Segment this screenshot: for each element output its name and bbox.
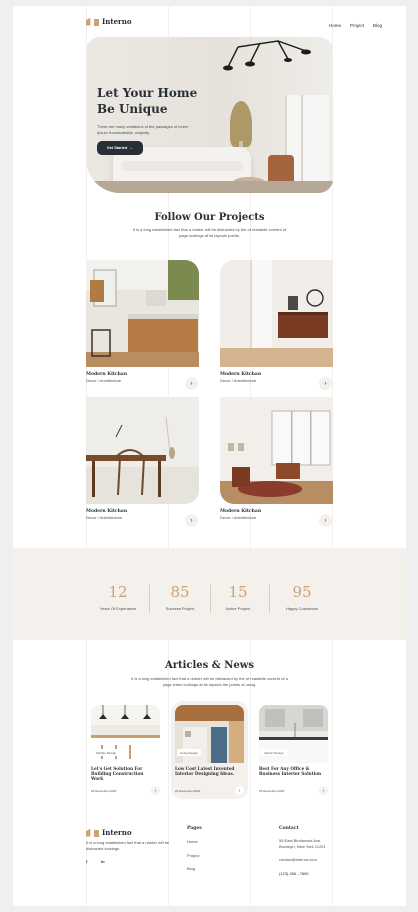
hero-banner: Let Your Home Be Unique There are many v… (86, 37, 333, 193)
chevron-right-icon[interactable]: › (185, 377, 198, 390)
footer-link-home[interactable]: Home (187, 839, 198, 845)
stat-customers: 95 Happy Customers (271, 583, 333, 611)
chevron-right-icon[interactable]: › (319, 786, 328, 795)
footer-phone[interactable]: (123) 456 - 7890 (279, 871, 309, 877)
article-tag: Living Design (177, 749, 202, 756)
article-card[interactable]: Kitchan Design Let's Get Solution For Bu… (87, 701, 164, 799)
project-category: Decor / Artchitecture (86, 515, 123, 520)
stat-value: 95 (292, 583, 312, 601)
nav-home[interactable]: Home (329, 23, 341, 28)
logo-text: Interno (102, 17, 132, 26)
stats-band: 12 Years Of Experiance 85 Success Projec… (13, 548, 406, 640)
project-name: Modern Kitchan (220, 372, 262, 377)
project-image (86, 260, 199, 367)
stat-value: 85 (170, 583, 190, 601)
article-title: Best For Any Office & Business Interior … (259, 766, 322, 777)
logo-icon (86, 828, 91, 837)
article-date: 22 December,2022 (175, 789, 201, 793)
nav-blog[interactable]: Blog (373, 23, 382, 28)
stat-label: Years Of Experiance (99, 606, 137, 611)
project-card[interactable]: Modern Kitchan Decor / Artchitecture › (220, 397, 333, 529)
chevron-right-icon[interactable]: › (151, 786, 160, 795)
article-title: Low Cost Latest Invented Interior Design… (175, 766, 235, 777)
chair-image (268, 155, 294, 183)
stat-label: Active Project (225, 606, 251, 611)
articles-title: Articles & News (164, 660, 255, 671)
article-card[interactable]: Interior Design Best For Any Office & Bu… (255, 701, 332, 799)
footer-email[interactable]: contact@interno.com (279, 857, 317, 863)
plant-image (230, 101, 252, 181)
article-card[interactable]: Living Design Low Cost Latest Invented I… (171, 701, 248, 799)
pendant-lamp-image (223, 40, 311, 71)
project-category: Decor / Artchitecture (220, 515, 257, 520)
logo-icon-part (94, 829, 99, 837)
article-title: Let's Get Solution For Building Construc… (91, 766, 144, 782)
logo-icon-part (94, 18, 99, 26)
top-nav: Home Project Blog (329, 23, 382, 28)
get-started-button[interactable]: Get Started → (97, 141, 143, 155)
footer-contact-title: Contact (279, 826, 299, 831)
footer-link-blog[interactable]: Blog (187, 866, 195, 872)
project-name: Modern Kitchan (86, 509, 128, 514)
chevron-right-icon[interactable]: › (319, 377, 332, 390)
chevron-right-icon[interactable]: › (319, 514, 332, 527)
project-name: Modern Kitchan (86, 372, 128, 377)
footer-address: 55 East Birchwood Ave. Brooklyn, New Yor… (279, 838, 326, 849)
arrow-right-icon: → (129, 146, 134, 150)
project-category: Decor / Architecture (86, 378, 122, 383)
article-date: 25 December,2022 (259, 789, 285, 793)
stat-label: Happy Customers (285, 606, 318, 611)
chevron-right-icon[interactable]: › (185, 514, 198, 527)
chevron-right-icon[interactable]: › (235, 786, 244, 795)
logo-text: Interno (102, 828, 132, 837)
projects-subtitle: It is a long established fact that a rea… (132, 227, 287, 238)
project-card[interactable]: Modern Kitchan Decor / Architecture › (86, 260, 199, 392)
floor (86, 181, 333, 193)
stat-value: 12 (108, 583, 128, 601)
footer-pages-title: Pages (187, 826, 202, 831)
article-tag: Interior Design (261, 749, 287, 756)
project-name: Modern Kitchan (220, 509, 262, 514)
project-category: Decor / Artchitecture (220, 378, 257, 383)
project-image (220, 260, 333, 367)
footer-about: It is a long established fact that a rea… (86, 840, 170, 851)
footer-link-project[interactable]: Project (187, 853, 199, 859)
hero-text: There are many variations of the passage… (97, 124, 189, 135)
project-image (220, 397, 333, 504)
stat-success: 85 Success Project (149, 583, 211, 611)
stat-label: Success Project (165, 606, 195, 611)
nav-project[interactable]: Project (350, 23, 364, 28)
footer-logo[interactable]: Interno (86, 828, 132, 837)
article-date: 26 December,2022 (91, 789, 117, 793)
project-image (86, 397, 199, 504)
project-card[interactable]: Modern Kitchan Decor / Artchitecture › (220, 260, 333, 392)
linkedin-icon[interactable]: in (101, 859, 105, 865)
logo[interactable]: Interno (86, 17, 132, 26)
facebook-icon[interactable]: f (86, 859, 87, 865)
project-card[interactable]: Modern Kitchan Decor / Artchitecture › (86, 397, 199, 529)
stat-years: 12 Years Of Experiance (87, 583, 149, 611)
stat-value: 15 (228, 583, 248, 601)
stat-active: 15 Active Project (207, 583, 269, 611)
article-tag: Kitchan Design (93, 749, 120, 756)
page: Interno Home Project Blog Let Your Home … (13, 6, 406, 906)
articles-subtitle: It is a long established fact that a rea… (131, 676, 288, 687)
get-started-label: Get Started (106, 146, 128, 150)
logo-icon (86, 17, 91, 26)
projects-title: Follow Our Projects (154, 212, 265, 223)
hero-title: Let Your Home Be Unique (97, 86, 198, 116)
stat-divider (269, 585, 270, 613)
